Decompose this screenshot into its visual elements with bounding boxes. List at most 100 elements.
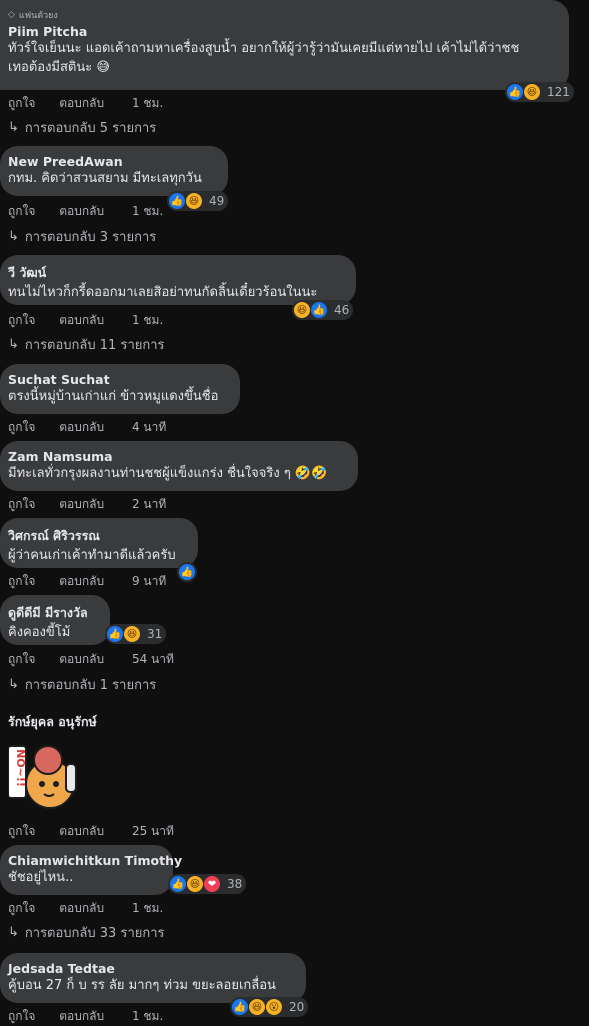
like-button[interactable]: ถูกใจ: [8, 313, 35, 327]
like-reaction-icon: 👍: [231, 998, 249, 1016]
comment-actions: ถูกใจ ตอบกลับ 2 นาที: [8, 495, 186, 514]
view-replies-link[interactable]: ↳ การตอบกลับ 11 รายการ: [8, 334, 165, 355]
commenter-name[interactable]: Chiamwichitkun Timothy: [8, 853, 182, 868]
reaction-summary[interactable]: 😆 👍 46: [292, 300, 354, 320]
like-reaction-icon: 👍: [106, 625, 124, 643]
like-reaction-icon: 👍: [506, 83, 524, 101]
haha-reaction-icon: 😆: [123, 625, 141, 643]
like-button[interactable]: ถูกใจ: [8, 497, 35, 511]
replies-label: การตอบกลับ 11 รายการ: [24, 338, 165, 353]
like-button[interactable]: ถูกใจ: [8, 96, 35, 110]
commenter-name[interactable]: Zam Namsuma: [8, 449, 346, 464]
reaction-summary[interactable]: 👍 😆 😮 20: [230, 997, 309, 1017]
comment-bubble: Suchat Suchat ตรงนี้หมู่บ้านเก่าแก่ ข้าว…: [0, 364, 240, 414]
commenter-name[interactable]: New PreedAwan: [8, 154, 216, 169]
comment-actions: ถูกใจ ตอบกลับ 4 นาที: [8, 418, 186, 437]
reply-arrow-icon: ↳: [8, 229, 19, 244]
reaction-summary[interactable]: 👍 😆 31: [105, 624, 167, 644]
commenter-name[interactable]: รักษ์ยุคล อนุรักษ์: [8, 712, 97, 732]
comment-time[interactable]: 1 ชม.: [132, 901, 163, 915]
reaction-count: 121: [547, 85, 570, 99]
comment-text-line: กทม. คิดว่าสวนสยาม มีทะเลทุกวัน: [8, 171, 202, 186]
sticker-image[interactable]: NO~!!: [7, 738, 86, 816]
like-button[interactable]: ถูกใจ: [8, 420, 35, 434]
comment-bubble: ◇ แฟนตัวยง Piim Pitcha ทัวร์ใจเย็นนะ แอด…: [0, 0, 569, 90]
commenter-name[interactable]: วิศกรณ์ ศิริวรรณ: [8, 526, 186, 546]
reply-button[interactable]: ตอบกลับ: [59, 652, 104, 666]
reply-button[interactable]: ตอบกลับ: [59, 574, 104, 588]
reaction-count: 20: [289, 1000, 305, 1014]
replies-label: การตอบกลับ 5 รายการ: [24, 121, 157, 136]
comment-actions: ถูกใจ ตอบกลับ 1 ชม.: [8, 94, 183, 113]
reaction-summary[interactable]: 👍 😆 121: [505, 82, 574, 102]
replies-label: การตอบกลับ 1 รายการ: [24, 678, 157, 693]
comment-actions: ถูกใจ ตอบกลับ 1 ชม.: [8, 899, 183, 918]
comment-time[interactable]: 1 ชม.: [132, 1009, 163, 1023]
reply-button[interactable]: ตอบกลับ: [59, 1009, 104, 1023]
wow-reaction-icon: 😮: [265, 998, 283, 1016]
comment-time[interactable]: 4 นาที: [132, 420, 166, 434]
comment-time[interactable]: 1 ชม.: [132, 204, 163, 218]
commenter-name[interactable]: วี วัฒน์: [8, 263, 344, 283]
love-reaction-icon: ❤: [203, 875, 221, 893]
reply-button[interactable]: ตอบกลับ: [59, 420, 104, 434]
comment-text-line: มีทะเลทั่วกรุงผลงานท่านชชผู้แข็งแกร่ง ชื…: [8, 466, 328, 481]
comment-time[interactable]: 54 นาที: [132, 652, 174, 666]
comment-text-line: คู้บอน 27 ก็ บ รร ลัย มากๆ ท่วม ขยะลอยเก…: [8, 978, 276, 993]
reaction-summary[interactable]: 👍 😆 ❤ 38: [168, 874, 247, 894]
no-sticker-icon: NO~!!: [7, 745, 77, 809]
comment-text-line: ผู้ว่าคนเก่าเค้าทำมาดีแล้วครับ: [8, 548, 176, 563]
comment-bubble: Zam Namsuma มีทะเลทั่วกรุงผลงานท่านชชผู้…: [0, 441, 358, 491]
view-replies-link[interactable]: ↳ การตอบกลับ 1 รายการ: [8, 674, 156, 695]
like-button[interactable]: ถูกใจ: [8, 824, 35, 838]
reply-button[interactable]: ตอบกลับ: [59, 96, 104, 110]
reaction-count: 46: [334, 303, 350, 317]
commenter-name[interactable]: Jedsada Tedtae: [8, 961, 294, 976]
like-reaction-icon: 👍: [169, 875, 187, 893]
like-button[interactable]: ถูกใจ: [8, 204, 35, 218]
comment-text-line: ทนไม่ไหวก็กรี้ดออกมาเลยสิอย่าทนกัดลิ้นเด…: [8, 285, 318, 300]
comment-bubble: Jedsada Tedtae คู้บอน 27 ก็ บ รร ลัย มาก…: [0, 953, 306, 1003]
haha-reaction-icon: 😆: [248, 998, 266, 1016]
reply-arrow-icon: ↳: [8, 337, 19, 352]
sticker-text: NO~!!: [14, 749, 27, 787]
diamond-icon: ◇: [8, 10, 15, 20]
comment-actions: ถูกใจ ตอบกลับ 1 ชม.: [8, 311, 183, 330]
reply-button[interactable]: ตอบกลับ: [59, 313, 104, 327]
comment-time[interactable]: 1 ชม.: [132, 96, 163, 110]
haha-reaction-icon: 😆: [293, 301, 311, 319]
comment-actions: ถูกใจ ตอบกลับ 54 นาที: [8, 650, 194, 669]
reply-button[interactable]: ตอบกลับ: [59, 497, 104, 511]
like-button[interactable]: ถูกใจ: [8, 1009, 35, 1023]
comment-bubble: Chiamwichitkun Timothy ชัชอยู่ไหน..: [0, 845, 182, 895]
commenter-name[interactable]: Piim Pitcha: [8, 24, 557, 39]
like-button[interactable]: ถูกใจ: [8, 652, 35, 666]
comment-text-line: ตรงนี้หมู่บ้านเก่าแก่ ข้าวหมูแดงขึ้นชื่อ: [8, 389, 219, 404]
commenter-name[interactable]: ดูดีดีมี มีรางวัล: [8, 603, 98, 623]
like-button[interactable]: ถูกใจ: [8, 574, 35, 588]
reply-button[interactable]: ตอบกลับ: [59, 901, 104, 915]
comment-text-line: ทัวร์ใจเย็นนะ แอดเค้าถามหาเครื่องสูบน้ำ …: [8, 41, 520, 56]
reply-arrow-icon: ↳: [8, 677, 19, 692]
like-button[interactable]: ถูกใจ: [8, 901, 35, 915]
commenter-name[interactable]: Suchat Suchat: [8, 372, 228, 387]
badge-label: แฟนตัวยง: [18, 11, 58, 21]
view-replies-link[interactable]: ↳ การตอบกลับ 5 รายการ: [8, 117, 156, 138]
comment-actions: ถูกใจ ตอบกลับ 1 ชม.: [8, 1007, 183, 1026]
comment-time[interactable]: 2 นาที: [132, 497, 166, 511]
reply-button[interactable]: ตอบกลับ: [59, 204, 104, 218]
comment-bubble: ดูดีดีมี มีรางวัล คิงคองขี้โม้: [0, 595, 110, 645]
replies-label: การตอบกลับ 3 รายการ: [24, 230, 157, 245]
comment-bubble: วิศกรณ์ ศิริวรรณ ผู้ว่าคนเก่าเค้าทำมาดีแ…: [0, 518, 198, 568]
comment-actions: ถูกใจ ตอบกลับ 9 นาที: [8, 572, 186, 591]
comment-time[interactable]: 9 นาที: [132, 574, 166, 588]
comment-time[interactable]: 25 นาที: [132, 824, 174, 838]
reply-button[interactable]: ตอบกลับ: [59, 824, 104, 838]
haha-reaction-icon: 😆: [185, 192, 203, 210]
replies-label: การตอบกลับ 33 รายการ: [24, 926, 165, 941]
comment-time[interactable]: 1 ชม.: [132, 313, 163, 327]
reply-arrow-icon: ↳: [8, 120, 19, 135]
reply-arrow-icon: ↳: [8, 925, 19, 940]
view-replies-link[interactable]: ↳ การตอบกลับ 33 รายการ: [8, 922, 165, 943]
view-replies-link[interactable]: ↳ การตอบกลับ 3 รายการ: [8, 226, 156, 247]
